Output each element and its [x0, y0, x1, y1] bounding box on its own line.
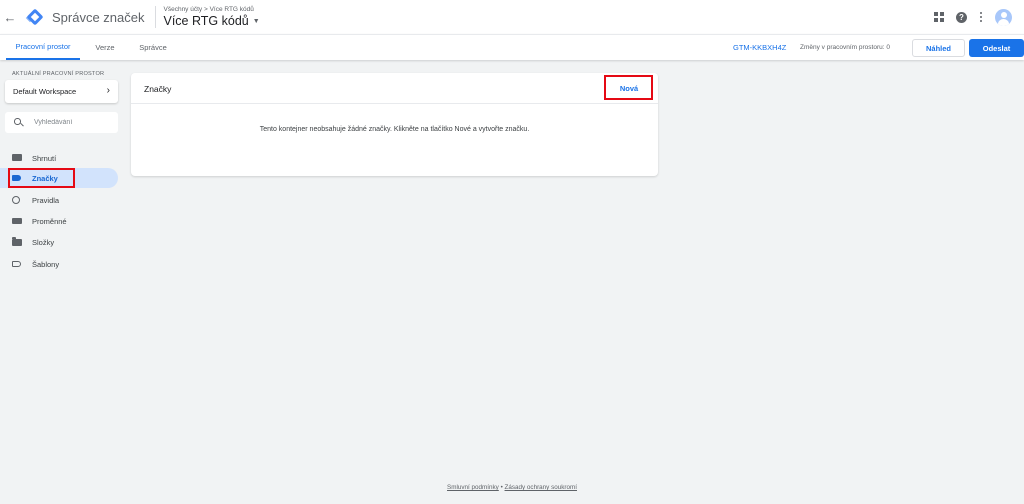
sidebar-item-label: Proměnné: [32, 216, 67, 226]
sidebar-item-folders[interactable]: Složky: [0, 232, 118, 252]
empty-state-message: Tento kontejner neobsahuje žádné značky.…: [259, 126, 530, 133]
tab-admin[interactable]: Správce: [132, 35, 174, 60]
card-divider: [131, 103, 658, 104]
sidebar-item-label: Šablony: [32, 259, 60, 269]
tag-icon: [12, 174, 22, 182]
sidebar-search[interactable]: [5, 112, 118, 133]
sidebar-item-label: Pravidla: [32, 195, 60, 205]
tab-workspace[interactable]: Pracovní prostor: [6, 35, 80, 60]
chevron-right-icon: ›: [106, 85, 110, 96]
tags-card: Značky Nová Tento kontejner neobsahuje ž…: [131, 73, 658, 176]
footer-separator: •: [500, 484, 503, 491]
search-input[interactable]: [34, 119, 114, 126]
sidebar-item-summary[interactable]: Shrnutí: [0, 148, 118, 168]
workspace-selector[interactable]: Default Workspace ›: [5, 80, 118, 103]
template-icon: [12, 260, 22, 268]
top-app-bar: ← Správce značek Všechny účty > Více RTG…: [0, 0, 1024, 34]
sidebar-item-templates[interactable]: Šablony: [0, 254, 118, 274]
tab-versions[interactable]: Verze: [88, 35, 122, 60]
workspace-name: Default Workspace: [13, 87, 77, 96]
container-name: Více RTG kódů: [163, 13, 249, 28]
trigger-icon: [12, 196, 22, 204]
account-avatar[interactable]: [995, 8, 1012, 26]
folder-icon: [12, 237, 22, 246]
privacy-link[interactable]: Zásady ochrany soukromí: [505, 484, 577, 491]
workspace-changes-count: Změny v pracovním prostoru: 0: [800, 44, 890, 51]
back-arrow-icon[interactable]: ←: [0, 0, 20, 34]
variable-icon: [12, 217, 22, 225]
submit-button[interactable]: Odeslat: [969, 39, 1024, 57]
search-icon: [14, 118, 23, 127]
current-workspace-label: AKTUÁLNÍ PRACOVNÍ PROSTOR: [12, 71, 105, 77]
tag-manager-logo[interactable]: [25, 8, 44, 26]
header-divider: [154, 6, 156, 28]
sidebar-item-label: Složky: [32, 237, 55, 247]
sidebar-item-variables[interactable]: Proměnné: [0, 211, 118, 231]
help-icon[interactable]: ?: [956, 11, 967, 23]
dropdown-caret-icon: ▼: [252, 17, 260, 25]
app-title[interactable]: Správce značek: [52, 10, 145, 25]
breadcrumb[interactable]: Všechny účty > Více RTG kódů: [164, 6, 260, 14]
terms-link[interactable]: Smluvní podmínky: [447, 484, 499, 491]
sidebar-item-tags[interactable]: Značky: [0, 168, 118, 188]
footer: Smluvní podmínky • Zásady ochrany soukro…: [0, 484, 1024, 491]
preview-button[interactable]: Náhled: [912, 39, 965, 57]
header-actions: ?: [934, 0, 1012, 34]
container-id-link[interactable]: GTM-KKBXH4Z: [733, 35, 786, 60]
apps-grid-icon[interactable]: [934, 12, 944, 22]
new-tag-button[interactable]: Nová: [606, 78, 652, 98]
workspace-tab-bar: Pracovní prostor Verze Správce GTM-KKBXH…: [0, 34, 1024, 60]
card-title: Značky: [144, 84, 172, 94]
container-selector[interactable]: Více RTG kódů ▼: [164, 14, 260, 29]
summary-icon: [12, 154, 22, 162]
sidebar-item-label: Značky: [32, 173, 58, 183]
more-vert-icon[interactable]: [979, 11, 983, 23]
account-container-switcher[interactable]: Všechny účty > Více RTG kódů Více RTG kó…: [164, 6, 260, 29]
sidebar-item-label: Shrnutí: [32, 153, 57, 163]
sidebar-item-triggers[interactable]: Pravidla: [0, 190, 118, 210]
